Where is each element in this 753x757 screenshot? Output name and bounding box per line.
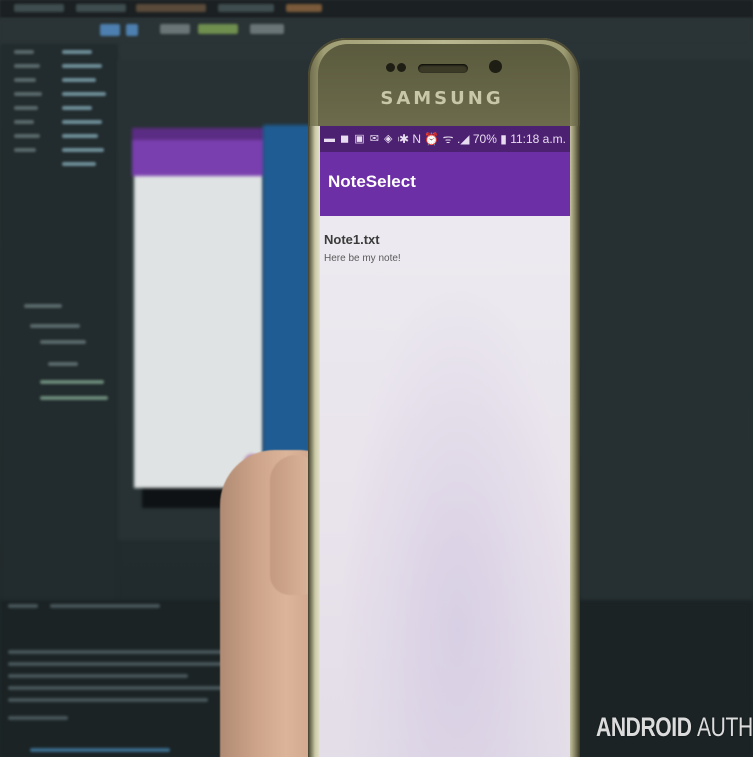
blurred-tab — [76, 4, 126, 12]
ide-layout-preview — [132, 128, 265, 508]
blurred-text — [62, 78, 96, 82]
light-sensor — [397, 63, 406, 72]
phone-screen: ▬ ◼ ▣ ✉ ◈ ◉ f f f ✕ ✱ N ⏰ ᯤ .◢ 70% ▮ 11:… — [320, 126, 570, 757]
notification-icons: ▬ ◼ ▣ ✉ ◈ ◉ f f f ✕ — [324, 133, 399, 145]
battery-icon: ▮ — [500, 132, 507, 146]
blurred-text — [8, 686, 228, 690]
blurred-text — [62, 106, 92, 110]
preview-body — [134, 176, 263, 488]
blurred-toolbar-icon — [100, 24, 120, 36]
blurred-toolbar-icon — [250, 24, 284, 34]
blurred-text — [8, 650, 248, 654]
blurred-tab — [286, 4, 322, 12]
blurred-taskbar — [30, 748, 170, 752]
blurred-text — [62, 134, 98, 138]
blurred-text — [62, 162, 96, 166]
blurred-text — [30, 324, 80, 328]
front-camera — [489, 60, 502, 73]
blurred-text — [62, 148, 104, 152]
battery-level: 70% — [472, 132, 497, 146]
app-toolbar: NoteSelect — [320, 152, 570, 216]
blurred-text — [40, 380, 104, 384]
blurred-text — [50, 604, 160, 608]
status-right: ✱ N ⏰ ᯤ .◢ 70% ▮ 11:18 a.m. — [399, 126, 570, 152]
blurred-text — [14, 106, 38, 110]
preview-appbar — [132, 140, 265, 176]
blurred-text — [8, 604, 38, 608]
blurred-text — [24, 304, 62, 308]
phone-top-bezel — [318, 44, 570, 129]
blurred-text — [14, 64, 40, 68]
blurred-text — [14, 134, 40, 138]
blurred-text — [62, 50, 92, 54]
watermark: ANDROID AUTHORITY — [596, 712, 753, 743]
blurred-text — [14, 92, 42, 96]
app-title: NoteSelect — [328, 172, 416, 191]
watermark-bold: ANDROID — [596, 712, 692, 742]
blurred-text — [40, 396, 108, 400]
proximity-sensor — [386, 63, 395, 72]
android-statusbar: ▬ ◼ ▣ ✉ ◈ ◉ f f f ✕ ✱ N ⏰ ᯤ .◢ 70% ▮ 11:… — [320, 126, 570, 152]
blurred-tab — [218, 4, 274, 12]
blurred-text — [48, 362, 78, 366]
blurred-text — [40, 340, 86, 344]
device-brand: SAMSUNG — [380, 88, 504, 109]
blurred-text — [14, 148, 36, 152]
blurred-text — [8, 698, 208, 702]
blurred-text — [62, 120, 102, 124]
blurred-text — [62, 64, 102, 68]
blurred-toolbar-icon — [126, 24, 138, 36]
preview-statusbar — [132, 128, 265, 140]
blurred-text — [14, 78, 36, 82]
blurred-tab — [136, 4, 206, 12]
note-title: Note1.txt — [324, 232, 380, 247]
blurred-toolbar-icon — [198, 24, 238, 34]
blurred-text — [8, 662, 238, 666]
system-icons: ✱ N ⏰ ᯤ .◢ — [398, 132, 470, 146]
blurred-toolbar-icon — [160, 24, 190, 34]
blurred-text — [14, 120, 34, 124]
blurred-text — [14, 50, 34, 54]
clock: 11:18 a.m. — [510, 132, 566, 146]
notes-list: Note1.txt Here be my note! — [320, 216, 570, 757]
list-item[interactable]: Note1.txt Here be my note! — [324, 232, 564, 264]
blurred-text — [8, 674, 188, 678]
blurred-text — [8, 716, 68, 720]
photo-scene: SAMSUNG ▬ ◼ ▣ ✉ ◈ ◉ f f f ✕ ✱ N ⏰ ᯤ .◢ 7… — [0, 0, 753, 757]
note-preview: Here be my note! — [324, 253, 401, 264]
blurred-text — [62, 92, 106, 96]
watermark-light: AUTHORITY — [697, 712, 753, 742]
blurred-tab — [14, 4, 64, 12]
earpiece-speaker — [418, 64, 468, 73]
